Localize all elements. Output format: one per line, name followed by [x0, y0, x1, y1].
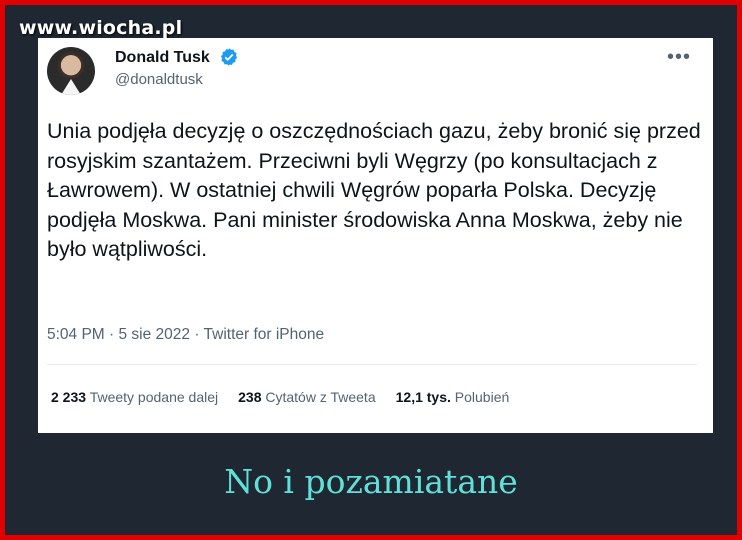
- likes-count: 12,1 tys.: [395, 389, 451, 405]
- meme-frame: www.wiocha.pl Donald Tusk @donaldtusk ••…: [5, 5, 737, 535]
- retweets-stat[interactable]: 2 233 Tweety podane dalej: [51, 389, 218, 405]
- retweets-count: 2 233: [51, 389, 87, 405]
- tweet-text: Unia podjęła decyzję o oszczędnościach g…: [47, 119, 701, 261]
- verified-badge-icon: [220, 48, 238, 66]
- quotes-label: Cytatów z Tweeta: [265, 389, 376, 405]
- watermark: www.wiocha.pl: [19, 17, 183, 39]
- likes-label: Polubień: [454, 389, 510, 405]
- tweet-meta: 5:04 PM · 5 sie 2022 · Twitter for iPhon…: [47, 326, 325, 343]
- avatar[interactable]: [47, 47, 95, 95]
- author-name[interactable]: Donald Tusk: [115, 49, 210, 67]
- meme-caption: No i pozamiatane: [224, 462, 518, 501]
- tweet-card: Donald Tusk @donaldtusk ••• Unia podjęła…: [38, 38, 713, 433]
- author-handle[interactable]: @donaldtusk: [115, 71, 203, 88]
- tweet-stats: 2 233 Tweety podane dalej 238 Cytatów z …: [51, 389, 509, 405]
- more-options-icon[interactable]: •••: [667, 46, 691, 69]
- divider: [47, 364, 697, 365]
- likes-stat[interactable]: 12,1 tys. Polubień: [396, 389, 510, 405]
- retweets-label: Tweety podane dalej: [89, 389, 219, 405]
- quotes-stat[interactable]: 238 Cytatów z Tweeta: [238, 389, 376, 405]
- quotes-count: 238: [238, 389, 262, 405]
